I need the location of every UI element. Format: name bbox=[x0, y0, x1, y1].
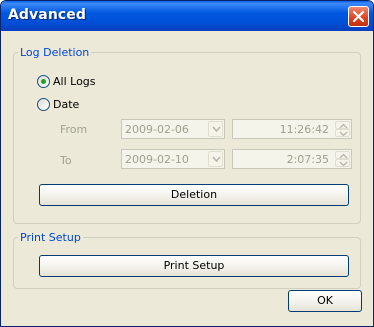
to-date-combo[interactable]: 2009-02-10 bbox=[121, 149, 225, 169]
to-label: To bbox=[60, 154, 72, 167]
from-time-value: 11:26:42 bbox=[279, 123, 329, 136]
chevron-down-icon bbox=[339, 131, 348, 137]
to-time-up-button[interactable] bbox=[335, 151, 350, 159]
date-radio[interactable] bbox=[37, 98, 50, 111]
from-time-spinner[interactable]: 11:26:42 bbox=[232, 119, 352, 139]
to-date-value: 2009-02-10 bbox=[125, 153, 189, 166]
from-date-combo[interactable]: 2009-02-06 bbox=[121, 119, 225, 139]
print-setup-group-title: Print Setup bbox=[18, 231, 83, 244]
window-title: Advanced bbox=[8, 7, 87, 23]
advanced-dialog: Advanced Log Deletion All Logs Date From… bbox=[0, 0, 374, 327]
date-label[interactable]: Date bbox=[53, 98, 79, 111]
title-bar[interactable]: Advanced bbox=[1, 1, 373, 31]
from-label: From bbox=[60, 123, 88, 136]
log-deletion-group-title: Log Deletion bbox=[18, 46, 92, 59]
ok-button[interactable]: OK bbox=[288, 290, 362, 312]
print-setup-button[interactable]: Print Setup bbox=[39, 255, 349, 277]
to-time-spinner[interactable]: 2:07:35 bbox=[232, 149, 352, 169]
all-logs-radio[interactable] bbox=[37, 75, 50, 88]
dialog-body: Log Deletion All Logs Date From 2009-02-… bbox=[4, 31, 370, 323]
chevron-down-icon bbox=[339, 161, 348, 167]
from-time-down-button[interactable] bbox=[335, 129, 350, 137]
from-time-up-button[interactable] bbox=[335, 121, 350, 129]
close-button[interactable] bbox=[348, 6, 369, 27]
close-icon bbox=[352, 10, 365, 23]
deletion-button[interactable]: Deletion bbox=[39, 184, 349, 206]
from-date-dropdown-button[interactable] bbox=[208, 121, 223, 137]
chevron-down-icon bbox=[212, 156, 221, 163]
to-time-down-button[interactable] bbox=[335, 159, 350, 167]
to-date-dropdown-button[interactable] bbox=[208, 151, 223, 167]
all-logs-label[interactable]: All Logs bbox=[53, 75, 96, 88]
to-time-value: 2:07:35 bbox=[286, 153, 329, 166]
radio-selected-dot bbox=[41, 79, 46, 84]
from-date-value: 2009-02-06 bbox=[125, 123, 189, 136]
chevron-down-icon bbox=[212, 126, 221, 133]
